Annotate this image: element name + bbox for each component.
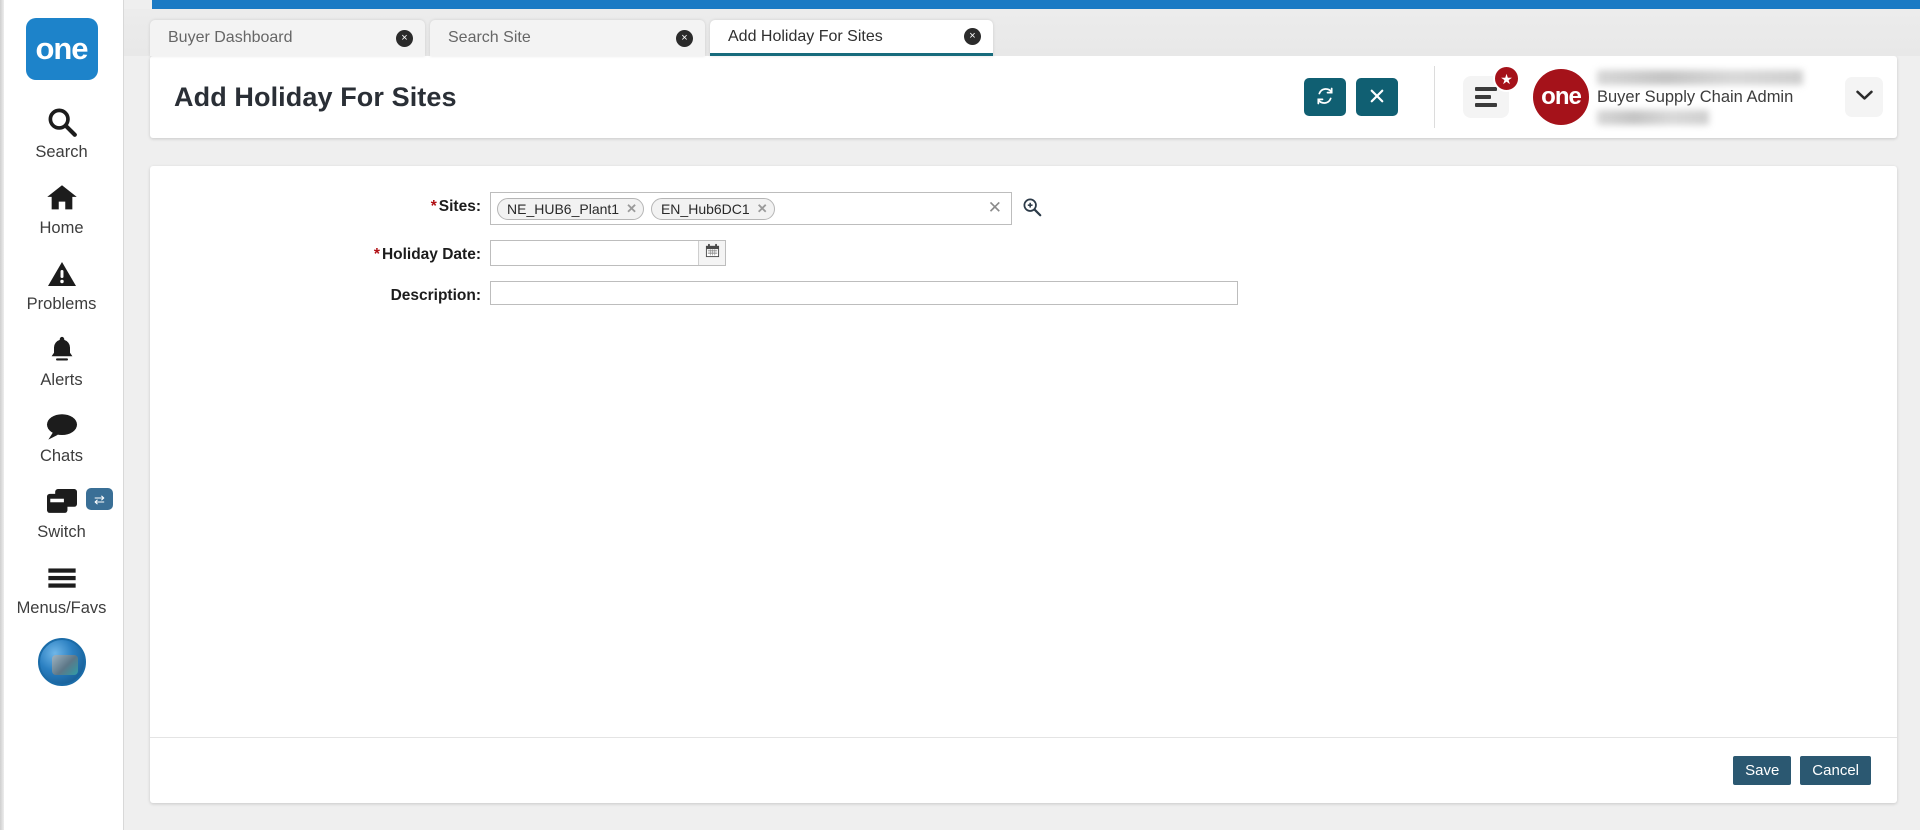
cancel-button[interactable]: Cancel: [1800, 756, 1871, 785]
required-asterisk: *: [430, 198, 437, 215]
sidebar-item-label: Menus/Favs: [16, 599, 107, 617]
description-input[interactable]: [490, 281, 1238, 305]
hamburger-icon: [44, 558, 80, 598]
page-title: Add Holiday For Sites: [174, 81, 457, 112]
tab-strip: Buyer Dashboard × Search Site × Add Holi…: [124, 9, 1920, 56]
bell-icon: [46, 330, 78, 370]
home-icon: [44, 178, 80, 218]
calendar-icon: [705, 243, 720, 263]
holiday-date-field[interactable]: [490, 240, 726, 266]
refresh-icon: [1315, 86, 1335, 109]
sidebar-item-label: Alerts: [40, 371, 83, 389]
form-card: *Sites: NE_HUB6_Plant1 ✕ EN_Hub6DC1 ✕ ✕: [150, 166, 1897, 803]
brand-logo: one: [1533, 69, 1589, 125]
warning-triangle-icon: [45, 254, 79, 294]
user-menu-dropdown-button[interactable]: [1845, 77, 1883, 117]
save-button[interactable]: Save: [1733, 756, 1792, 785]
sites-input[interactable]: NE_HUB6_Plant1 ✕ EN_Hub6DC1 ✕ ✕: [490, 192, 1012, 225]
close-page-button[interactable]: [1356, 78, 1398, 116]
sidebar-item-search[interactable]: Search: [0, 102, 123, 162]
card-footer: Save Cancel: [150, 737, 1897, 803]
site-chip-label: NE_HUB6_Plant1: [507, 200, 620, 217]
sidebar-item-label: Problems: [26, 295, 97, 313]
calendar-picker-button[interactable]: [698, 241, 725, 265]
top-accent-bar: [152, 0, 1920, 9]
chevron-down-icon: [1855, 88, 1873, 106]
form-area: *Sites: NE_HUB6_Plant1 ✕ EN_Hub6DC1 ✕ ✕: [150, 166, 1897, 737]
menus-favorites-button[interactable]: ★: [1463, 65, 1520, 118]
field-row-sites: * Sites: NE_HUB6_Plant1 ✕ EN_Hub6DC1 ✕ ✕: [150, 192, 1897, 225]
sidebar-item-label: Search: [35, 143, 88, 161]
site-chip[interactable]: NE_HUB6_Plant1 ✕: [497, 197, 644, 220]
close-icon: [1368, 87, 1386, 108]
tab-add-holiday-for-sites[interactable]: Add Holiday For Sites ×: [710, 20, 993, 56]
chip-remove-icon[interactable]: ✕: [757, 202, 768, 215]
tab-label: Add Holiday For Sites: [728, 27, 883, 45]
chat-bubble-icon: [44, 406, 80, 446]
page-header-bar: Add Holiday For Sites ★ one Buyer Supply…: [150, 56, 1897, 138]
chip-remove-icon[interactable]: ✕: [626, 202, 637, 215]
refresh-button[interactable]: [1304, 78, 1346, 116]
sidebar-item-chats[interactable]: Chats: [0, 406, 123, 466]
tab-search-site[interactable]: Search Site ×: [430, 20, 705, 56]
holiday-date-label-text: Holiday Date:: [381, 246, 481, 263]
sidebar-item-label: Home: [39, 219, 84, 237]
sidebar-item-label: Switch: [37, 523, 86, 541]
tab-close-icon[interactable]: ×: [396, 29, 413, 47]
holiday-date-label: * Holiday Date:: [150, 240, 490, 264]
sidebar-item-menus-favs[interactable]: Menus/Favs: [0, 558, 123, 618]
field-row-description: Description:: [150, 281, 1897, 305]
user-company-masked: [1597, 109, 1709, 125]
avatar[interactable]: [37, 638, 86, 686]
sidebar-item-alerts[interactable]: Alerts: [0, 330, 123, 390]
sites-label: * Sites:: [150, 192, 490, 216]
header-actions: ★ one Buyer Supply Chain Admin: [1294, 65, 1897, 128]
user-profile-block[interactable]: Buyer Supply Chain Admin: [1597, 69, 1817, 125]
tab-buyer-dashboard[interactable]: Buyer Dashboard ×: [150, 20, 425, 56]
menu-bar-line: [1475, 87, 1497, 91]
menu-bar-line: [1475, 95, 1491, 99]
site-chip-label: EN_Hub6DC1: [660, 200, 750, 217]
header-divider: [1434, 66, 1435, 128]
tab-close-icon[interactable]: ×: [964, 28, 981, 45]
field-row-holiday-date: * Holiday Date:: [150, 240, 1897, 266]
search-lookup-icon[interactable]: [1021, 196, 1043, 223]
favorites-star-icon: ★: [1493, 65, 1520, 92]
description-label-text: Description:: [390, 287, 481, 304]
left-navigation-rail: one Search Home Problems Alerts Chats ⇄ …: [0, 0, 124, 830]
description-label: Description:: [150, 281, 490, 305]
sidebar-item-home[interactable]: Home: [0, 178, 123, 238]
switch-toggle-badge-icon[interactable]: ⇄: [86, 488, 113, 510]
sites-label-text: Sites:: [438, 198, 481, 215]
sidebar-item-switch[interactable]: ⇄ Switch: [0, 482, 123, 542]
user-role-label: Buyer Supply Chain Admin: [1597, 87, 1794, 106]
required-asterisk: *: [373, 246, 380, 263]
tab-label: Buyer Dashboard: [168, 29, 293, 46]
holiday-date-input[interactable]: [491, 241, 698, 265]
windows-stack-icon: [44, 482, 80, 522]
sites-clear-icon[interactable]: ✕: [988, 199, 1002, 216]
site-chip[interactable]: EN_Hub6DC1 ✕: [650, 197, 775, 220]
sidebar-item-problems[interactable]: Problems: [0, 254, 123, 314]
tab-label: Search Site: [448, 29, 531, 46]
app-logo[interactable]: one: [25, 18, 98, 80]
sidebar-item-label: Chats: [39, 447, 84, 465]
menu-bar-line: [1475, 103, 1497, 107]
search-icon: [45, 102, 79, 142]
user-name-masked: [1597, 69, 1803, 85]
tab-close-icon[interactable]: ×: [676, 29, 693, 47]
